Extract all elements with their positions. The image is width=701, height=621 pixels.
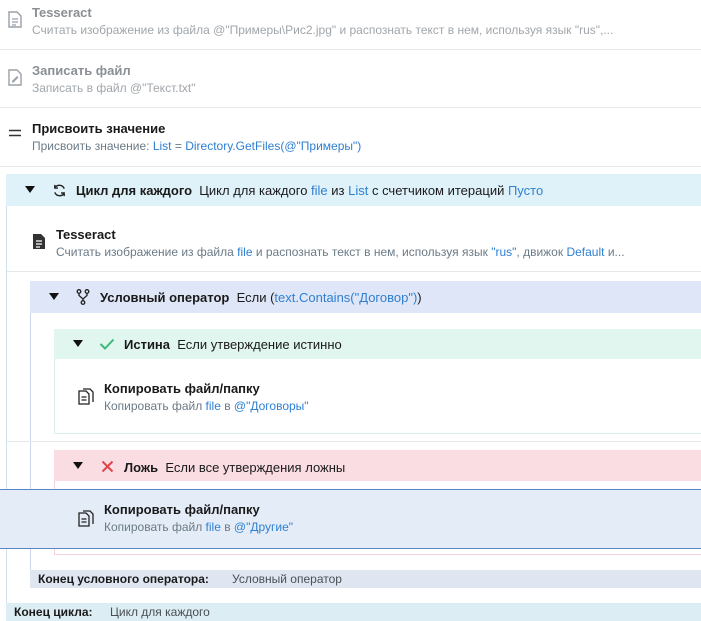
document-scan-icon	[30, 231, 48, 251]
document-edit-icon	[6, 67, 24, 87]
action-row-tesseract-1[interactable]: Tesseract Считать изображение из файла @…	[0, 0, 701, 48]
description-text: Если (	[236, 290, 275, 305]
action-row-tesseract-2[interactable]: Tesseract Считать изображение из файла f…	[24, 214, 701, 270]
true-branch-header[interactable]: Истина Если утверждение истинно	[54, 329, 701, 359]
conditional-end-label: Конец условного оператора:	[38, 572, 209, 586]
action-title: Tesseract	[32, 5, 92, 20]
condition-expression: text.Contains("Договор")	[274, 290, 418, 305]
action-description: Записать в файл @"Текст.txt"	[32, 81, 196, 95]
action-description: Считать изображение из файла @"Примеры\Р…	[32, 23, 614, 37]
conditional-header-text: Условный оператор Если (text.Contains("Д…	[100, 290, 422, 305]
loop-guide-line	[6, 174, 7, 621]
action-row-copy-1[interactable]: Копировать файл/папку Копировать файл fi…	[56, 368, 701, 428]
loop-end-value: Цикл для каждого	[110, 605, 210, 619]
destination-value: @"Другие"	[233, 520, 294, 534]
action-title: Tesseract	[56, 227, 116, 242]
false-branch-text: Ложь Если все утверждения ложны	[124, 460, 345, 475]
collapse-triangle-icon[interactable]	[49, 293, 59, 300]
description-text: из	[327, 183, 349, 198]
equals-icon	[6, 126, 24, 140]
action-title: Копировать файл/папку	[104, 381, 260, 396]
conditional-title: Условный оператор	[100, 290, 230, 305]
divider	[7, 271, 701, 272]
copy-files-icon	[76, 508, 96, 528]
action-title: Копировать файл/папку	[104, 502, 260, 517]
loop-footer[interactable]: Конец цикла: Цикл для каждого	[6, 603, 701, 621]
action-description: Присвоить значение: List = Directory.Get…	[32, 139, 361, 153]
action-description: Копировать файл file в @"Договоры"	[104, 399, 309, 413]
loop-title: Цикл для каждого	[76, 183, 193, 198]
conditional-footer[interactable]: Конец условного оператора: Условный опер…	[30, 570, 701, 588]
conditional-end-value: Условный оператор	[232, 572, 342, 586]
expression: Directory.GetFiles(@"Примеры")	[185, 139, 362, 153]
description-text: Если все утверждения ложны	[165, 460, 346, 475]
action-description: Копировать файл file в @"Другие"	[104, 520, 293, 534]
description-text: )	[417, 290, 422, 305]
true-branch-title: Истина	[124, 337, 171, 352]
variable-file: file	[205, 520, 221, 534]
loop-header[interactable]: Цикл для каждого Цикл для каждого file и…	[6, 174, 701, 206]
description-text: Цикл для каждого	[199, 183, 312, 198]
action-row-assign[interactable]: Присвоить значение Присвоить значение: L…	[0, 108, 701, 165]
description-text: Копировать файл	[104, 520, 206, 534]
engine-value: Default	[566, 245, 605, 259]
action-row-write-file[interactable]: Записать файл Записать в файл @"Текст.tx…	[0, 50, 701, 106]
false-branch-header[interactable]: Ложь Если все утверждения ложны	[54, 450, 701, 481]
collapse-triangle-icon[interactable]	[73, 462, 83, 469]
collapse-triangle-icon[interactable]	[73, 340, 83, 347]
description-text: с счетчиком итераций	[368, 183, 508, 198]
refresh-icon	[50, 181, 68, 199]
description-text: Если утверждение истинно	[177, 337, 342, 352]
cross-icon	[98, 457, 116, 475]
description-text: в	[220, 399, 234, 413]
description-text: Копировать файл	[104, 399, 206, 413]
variable-file: file	[311, 183, 328, 198]
false-branch-title: Ложь	[124, 460, 159, 475]
branch-icon	[74, 288, 92, 306]
action-row-copy-2[interactable]: Копировать файл/папку Копировать файл fi…	[56, 489, 701, 547]
action-description: Считать изображение из файла file и расп…	[56, 245, 696, 259]
description-text: и распознать текст в нем, используя язык	[252, 245, 492, 259]
language-value: "rus"	[491, 245, 517, 259]
description-text: в	[220, 520, 234, 534]
divider	[7, 441, 701, 442]
true-branch-text: Истина Если утверждение истинно	[124, 337, 342, 352]
variable-file: file	[205, 399, 221, 413]
divider	[0, 166, 701, 167]
description-text: Присвоить значение:	[32, 139, 153, 153]
description-text: =	[171, 139, 186, 153]
variable-list: List	[152, 139, 172, 153]
loop-header-text: Цикл для каждого Цикл для каждого file и…	[76, 183, 543, 198]
description-text: Считать изображение из файла	[56, 245, 238, 259]
description-text: , движок	[516, 245, 567, 259]
action-title: Записать файл	[32, 63, 131, 78]
loop-end-label: Конец цикла:	[14, 605, 93, 619]
document-scan-icon	[6, 9, 24, 29]
variable-list: List	[348, 183, 369, 198]
iteration-counter: Пусто	[507, 183, 544, 198]
description-text: и...	[604, 245, 625, 259]
destination-value: @"Договоры"	[233, 399, 309, 413]
conditional-header[interactable]: Условный оператор Если (text.Contains("Д…	[30, 281, 701, 313]
collapse-triangle-icon[interactable]	[25, 186, 35, 193]
copy-files-icon	[76, 386, 96, 406]
check-icon	[98, 335, 116, 353]
action-title: Присвоить значение	[32, 121, 166, 136]
variable-file: file	[237, 245, 253, 259]
